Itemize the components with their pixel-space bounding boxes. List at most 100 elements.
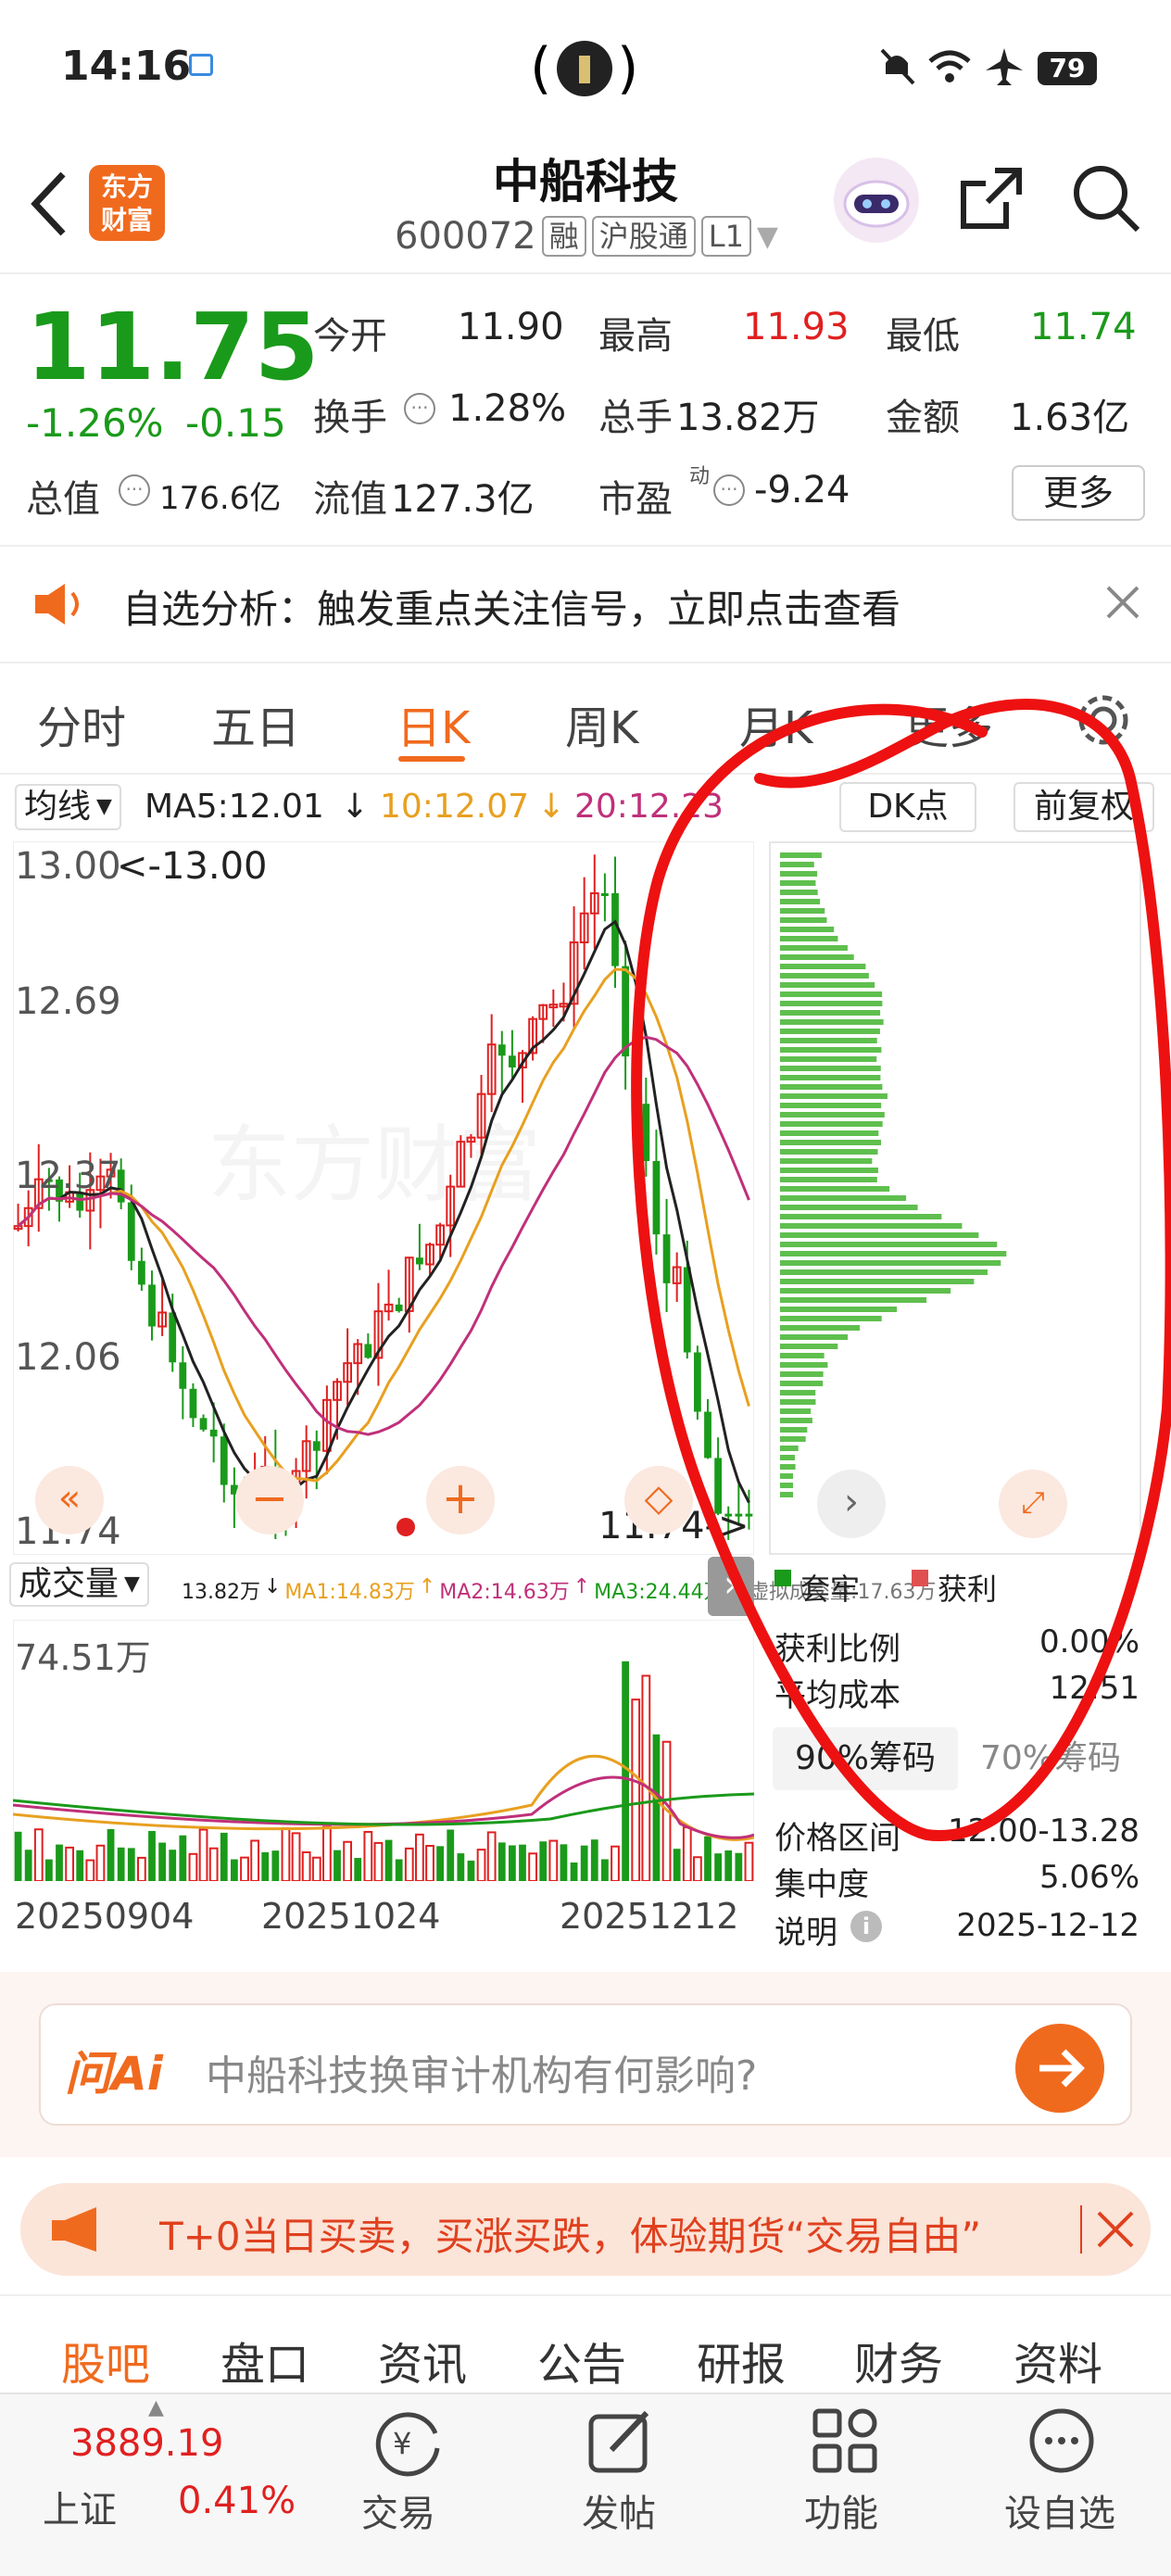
logo-line-1: 东方: [100, 171, 153, 202]
candle-body: [220, 1436, 228, 1485]
candle-body: [497, 1044, 506, 1056]
volume-bar: [231, 1859, 238, 1881]
home-icon: [189, 54, 213, 76]
volume-bar: [85, 1859, 95, 1883]
tag-margin: 融: [541, 216, 586, 257]
concentration-label: 集中度: [774, 1866, 869, 1903]
arrow-right-icon[interactable]: [1015, 2024, 1104, 2113]
index-value[interactable]: 3889.19: [70, 2422, 223, 2465]
share-icon[interactable]: [958, 165, 1025, 235]
amount-label: 金额: [886, 397, 960, 439]
volume-bar: [363, 1830, 373, 1882]
stock-code: 600072: [395, 215, 536, 258]
info-icon[interactable]: i: [850, 1911, 882, 1942]
tab-forum[interactable]: 股吧: [61, 2328, 150, 2393]
notice-text[interactable]: 自选分析：触发重点关注信号，立即点击查看: [122, 578, 900, 635]
tab-research[interactable]: 研报: [697, 2328, 786, 2393]
ask-ai-placeholder: 中船科技换审计机构有何影响?: [206, 2052, 758, 2100]
back-button[interactable]: [26, 167, 72, 245]
tab-five-day[interactable]: 五日: [211, 691, 300, 756]
tab-daily-k[interactable]: 日K: [397, 691, 470, 756]
current-price: 11.75: [26, 293, 320, 401]
volume-bar: [271, 1850, 280, 1881]
volume-bar: [467, 1860, 475, 1881]
robot-assistant-icon[interactable]: [834, 158, 919, 243]
info-dots-icon[interactable]: ···: [713, 474, 745, 506]
y-label-2: 12.69: [15, 980, 121, 1023]
ma-selector[interactable]: 均线 ▼: [15, 784, 121, 830]
info-dots-icon[interactable]: ···: [119, 474, 150, 506]
caret-down-icon: ▼: [96, 795, 112, 818]
volume-bar: [560, 1844, 568, 1881]
tag-hk-connect: 沪股通: [591, 216, 696, 257]
mute-icon: [878, 46, 915, 91]
info-dots-icon[interactable]: ···: [404, 393, 435, 424]
volume-bar: [261, 1851, 270, 1881]
promo-text: T+0当日买卖，买涨买跌，体验期货“交易自由”: [159, 2214, 982, 2259]
stock-code-row[interactable]: 600072 融 沪股通 L1 ▼: [395, 215, 778, 258]
add-watchlist-icon[interactable]: [1026, 2406, 1097, 2476]
nav-add-watchlist[interactable]: 设自选: [1004, 2483, 1115, 2537]
flashlight-icon: (): [530, 33, 639, 101]
candle-body: [179, 1362, 187, 1389]
svg-text:¥: ¥: [393, 2426, 411, 2461]
divider: [1080, 2205, 1082, 2254]
app-logo[interactable]: 东方 财富: [89, 165, 165, 241]
vol-y-label: 74.51万: [15, 1637, 151, 1678]
nav-post[interactable]: 发帖: [582, 2483, 656, 2537]
close-icon[interactable]: [1104, 584, 1141, 625]
functions-grid-icon[interactable]: [810, 2406, 880, 2476]
index-name[interactable]: 上证: [43, 2480, 117, 2533]
volume-bar: [343, 1840, 353, 1882]
tab-profile[interactable]: 资料: [1014, 2328, 1102, 2393]
tab-announcements[interactable]: 公告: [537, 2328, 626, 2393]
nav-trade[interactable]: 交易: [361, 2483, 435, 2537]
scroll-left-icon[interactable]: «: [35, 1466, 104, 1534]
svg-text:(: (: [530, 36, 551, 100]
tab-news[interactable]: 资讯: [378, 2328, 467, 2393]
pe-dynamic-sup: 动: [689, 465, 711, 488]
zoom-out-button[interactable]: −: [235, 1466, 304, 1534]
ma10-value: 10:12.07: [380, 788, 529, 826]
divider: [0, 545, 1171, 547]
nav-functions[interactable]: 功能: [804, 2483, 878, 2537]
volume-bar: [509, 1845, 516, 1881]
stock-title: 中船科技: [493, 155, 678, 208]
volume-bar: [476, 1849, 486, 1882]
high-value: 11.93: [743, 306, 850, 348]
promo-banner[interactable]: T+0当日买卖，买涨买跌，体验期货“交易自由”: [20, 2183, 1151, 2276]
volume-bar: [497, 1842, 506, 1881]
y-label-3: 12.37: [15, 1155, 121, 1197]
volume-bar: [95, 1844, 106, 1882]
up-caret-icon: ▲: [148, 2396, 164, 2419]
volume-bar: [673, 1849, 681, 1881]
search-icon[interactable]: [1071, 163, 1141, 237]
zoom-in-button[interactable]: +: [426, 1466, 495, 1534]
more-button[interactable]: 更多: [1012, 465, 1145, 521]
volume-bar: [322, 1825, 332, 1883]
ask-ai-input[interactable]: 问Ai 中船科技换审计机构有何影响?: [39, 2003, 1132, 2126]
mktcap-label: 总值: [26, 478, 100, 521]
volume-bar: [198, 1828, 208, 1882]
trade-yen-icon[interactable]: ¥: [371, 2406, 445, 2480]
candle-body: [364, 1344, 372, 1358]
candle-body: [395, 1304, 403, 1311]
arrow-down-icon: ↓: [537, 788, 566, 826]
volume-bar: [148, 1830, 156, 1881]
active-tab-indicator: [398, 756, 465, 762]
mktcap-value: 176.6亿: [159, 480, 282, 517]
turnover-value: 1.28%: [448, 387, 567, 430]
tab-orderbook[interactable]: 盘口: [220, 2328, 309, 2393]
index-change[interactable]: 0.41%: [178, 2480, 296, 2522]
tag-level: L1: [700, 216, 751, 257]
volume-bar: [519, 1844, 526, 1881]
tab-timeshare[interactable]: 分时: [37, 691, 126, 756]
tab-financials[interactable]: 财务: [854, 2328, 943, 2393]
pe-value: -9.24: [754, 469, 850, 511]
volume-selector[interactable]: 成交量 ▼: [9, 1562, 149, 1607]
close-icon[interactable]: [1095, 2209, 1136, 2254]
volume-bar: [436, 1846, 444, 1881]
volume-bar: [693, 1856, 702, 1882]
compose-post-icon[interactable]: [586, 2406, 656, 2476]
volume-bar: [169, 1850, 177, 1881]
